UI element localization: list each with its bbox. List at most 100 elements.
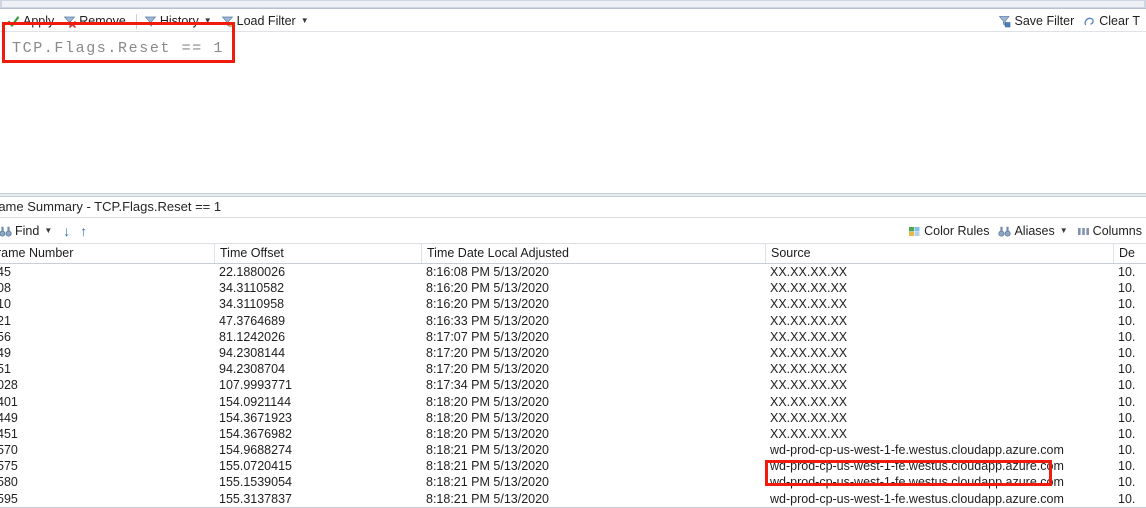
aliases-button[interactable]: Aliases ▼ <box>995 221 1073 241</box>
column-header-source[interactable]: Source <box>765 244 1113 263</box>
table-row[interactable]: 51 94.2308704 8:17:20 PM 5/13/2020 XX.XX.XX… <box>0 361 1146 377</box>
column-header-frame-number[interactable]: rame Number <box>0 244 214 263</box>
table-row[interactable]: 595 155.3137837 8:18:21 PM 5/13/2020 wd-pro… <box>0 491 1146 507</box>
column-header-time-offset[interactable]: Time Offset <box>214 244 421 263</box>
cell-time-offset: 94.2308704 <box>219 362 286 377</box>
cell-source: XX.XX.XX.XX <box>770 410 848 425</box>
table-row[interactable]: 56 81.1242026 8:17:07 PM 5/13/2020 XX.XX.XX… <box>0 329 1146 345</box>
columns-icon <box>1077 225 1090 238</box>
cell-time-offset: 155.0720415 <box>219 459 292 474</box>
clear-text-eraser-icon <box>1083 15 1096 28</box>
find-button[interactable]: Find ▼ <box>0 221 58 241</box>
color-rules-button[interactable]: Color Rules <box>905 221 995 241</box>
table-row[interactable]: 45 22.1880026 8:16:08 PM 5/13/2020 XX.XX.XX… <box>0 264 1146 280</box>
cell-frame-number: 10 <box>0 297 11 312</box>
network-monitor-window: Apply Remove History ▼ Load Filter ▼ Sav… <box>0 0 1146 508</box>
cell-time-offset: 34.3110958 <box>219 297 285 312</box>
cell-time-offset: 107.9993771 <box>219 378 292 393</box>
remove-funnel-icon <box>63 15 77 28</box>
find-previous-up-arrow-icon[interactable]: ↑ <box>75 224 92 238</box>
history-funnel-icon <box>144 15 157 28</box>
cell-source: XX.XX.XX.XX <box>770 313 848 328</box>
cell-source: XX.XX.XX.XX <box>770 394 848 409</box>
cell-time-date: 8:17:20 PM 5/13/2020 <box>426 362 550 377</box>
frame-summary-grid: rame Number Time Offset Time Date Local … <box>0 244 1146 508</box>
cell-destination: 10. <box>1118 313 1136 328</box>
cell-time-offset: 154.3676982 <box>219 426 292 441</box>
cell-source: XX.XX.XX.XX <box>770 265 848 279</box>
columns-button[interactable]: Columns <box>1074 221 1146 241</box>
chevron-down-icon[interactable]: ▼ <box>301 17 309 25</box>
cell-time-date: 8:17:20 PM 5/13/2020 <box>426 345 550 360</box>
clear-text-button[interactable]: Clear T <box>1080 11 1146 31</box>
color-rules-icon <box>908 225 921 238</box>
chevron-down-icon[interactable]: ▼ <box>44 227 52 235</box>
chevron-down-icon[interactable]: ▼ <box>204 17 212 25</box>
cell-source: XX.XX.XX.XX <box>770 362 848 377</box>
table-row[interactable]: 028 107.9993771 8:17:34 PM 5/13/2020 XX.XX.… <box>0 377 1146 393</box>
save-filter-button[interactable]: Save Filter <box>995 11 1080 31</box>
table-row[interactable]: 575 155.0720415 8:18:21 PM 5/13/2020 wd-pro… <box>0 458 1146 474</box>
chevron-down-icon[interactable]: ▼ <box>1060 227 1068 235</box>
filter-expression-text[interactable]: TCP.Flags.Reset == 1 <box>12 40 224 57</box>
cell-source: XX.XX.XX.XX <box>770 345 848 360</box>
table-row[interactable]: 49 94.2308144 8:17:20 PM 5/13/2020 XX.XX.XX… <box>0 345 1146 361</box>
table-row[interactable]: 401 154.0921144 8:18:20 PM 5/13/2020 XX.XX.… <box>0 394 1146 410</box>
table-row[interactable]: 451 154.3676982 8:18:20 PM 5/13/2020 XX.XX.… <box>0 426 1146 442</box>
grid-header-row: rame Number Time Offset Time Date Local … <box>0 244 1146 264</box>
apply-check-icon <box>7 15 20 28</box>
cell-time-offset: 47.3764689 <box>219 313 286 328</box>
cell-time-date: 8:17:34 PM 5/13/2020 <box>426 378 550 393</box>
cell-time-offset: 154.9688274 <box>219 443 292 458</box>
cell-frame-number: 449 <box>0 410 18 425</box>
cell-frame-number: 028 <box>0 378 18 393</box>
cell-destination: 10. <box>1118 345 1136 360</box>
cell-frame-number: 45 <box>0 265 11 279</box>
grid-body: 45 22.1880026 8:16:08 PM 5/13/2020 XX.XX.XX… <box>0 264 1146 508</box>
cell-time-offset: 154.0921144 <box>219 394 292 409</box>
apply-filter-button[interactable]: Apply <box>4 11 60 31</box>
cell-frame-number: 570 <box>0 443 18 458</box>
cell-destination: 10. <box>1118 362 1136 377</box>
find-toolbar-left-group: Find ▼ ↓ ↑ <box>0 218 92 244</box>
cell-frame-number: 575 <box>0 459 18 474</box>
column-header-destination[interactable]: De <box>1113 244 1146 263</box>
table-row[interactable]: 21 47.3764689 8:16:33 PM 5/13/2020 XX.XX.XX… <box>0 313 1146 329</box>
cell-destination: 10. <box>1118 378 1136 393</box>
table-row[interactable]: 570 154.9688274 8:18:21 PM 5/13/2020 wd-pro… <box>0 442 1146 458</box>
save-filter-label: Save Filter <box>1014 14 1075 28</box>
aliases-label: Aliases <box>1014 224 1055 238</box>
cell-time-offset: 22.1880026 <box>219 265 286 279</box>
table-row[interactable]: 10 34.3110958 8:16:20 PM 5/13/2020 XX.XX.XX… <box>0 296 1146 312</box>
save-filter-funnel-icon <box>998 15 1011 28</box>
cell-frame-number: 21 <box>0 313 11 328</box>
aliases-binoculars-icon <box>998 225 1012 238</box>
cell-time-date: 8:18:21 PM 5/13/2020 <box>426 475 550 490</box>
load-filter-button[interactable]: Load Filter ▼ <box>218 11 315 31</box>
cell-time-date: 8:18:21 PM 5/13/2020 <box>426 459 550 474</box>
cell-frame-number: 595 <box>0 491 18 506</box>
remove-filter-label: Remove <box>79 14 126 28</box>
load-filter-label: Load Filter <box>236 14 296 28</box>
cell-source: wd-prod-cp-us-west-1-fe.westus.cloudapp.… <box>770 459 1064 474</box>
filter-expression-editor[interactable]: TCP.Flags.Reset == 1 <box>0 32 1146 193</box>
filter-toolbar-right-group: Save Filter Clear T <box>995 10 1146 32</box>
cell-destination: 10. <box>1118 459 1136 474</box>
find-toolbar-right-group: Color Rules Aliases ▼ Columns <box>905 218 1146 244</box>
cell-destination: 10. <box>1118 443 1136 458</box>
cell-frame-number: 451 <box>0 426 18 441</box>
find-label: Find <box>15 224 40 238</box>
table-row[interactable]: 449 154.3671923 8:18:20 PM 5/13/2020 XX.XX.… <box>0 410 1146 426</box>
window-top-strip <box>0 0 1146 9</box>
find-next-down-arrow-icon[interactable]: ↓ <box>58 224 75 238</box>
table-row[interactable]: 08 34.3110582 8:16:20 PM 5/13/2020 XX.XX.XX… <box>0 280 1146 296</box>
table-row[interactable]: 580 155.1539054 8:18:21 PM 5/13/2020 wd-pro… <box>0 474 1146 490</box>
filter-history-button[interactable]: History ▼ <box>141 11 218 31</box>
window-top-strip-inner <box>2 1 1144 7</box>
filter-toolbar: Apply Remove History ▼ Load Filter ▼ Sav… <box>0 10 1146 32</box>
cell-source: XX.XX.XX.XX <box>770 297 848 312</box>
remove-filter-button[interactable]: Remove <box>60 11 132 31</box>
cell-destination: 10. <box>1118 475 1136 490</box>
column-header-time-date-local[interactable]: Time Date Local Adjusted <box>421 244 765 263</box>
cell-time-date: 8:18:20 PM 5/13/2020 <box>426 410 550 425</box>
